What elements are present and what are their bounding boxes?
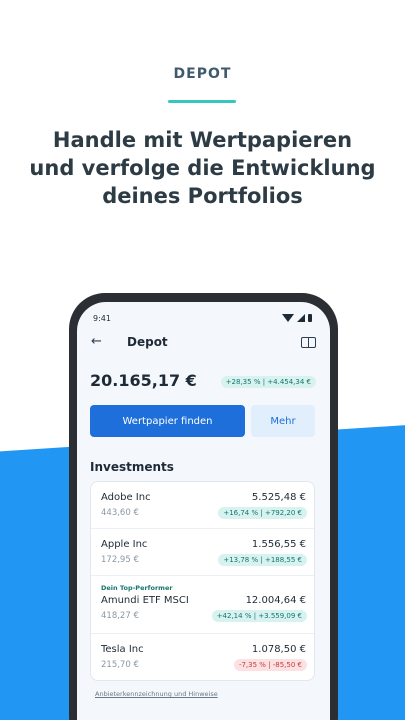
wifi-icon	[282, 314, 294, 322]
provider-info-link[interactable]: Anbieterkennzeichnung und Hinweise	[95, 690, 218, 698]
position-change-badge: +16,74 % | +792,20 €	[218, 507, 307, 519]
position-value: 1.078,50 €	[251, 644, 306, 655]
book-icon[interactable]	[301, 337, 316, 348]
status-time: 9:41	[93, 314, 111, 323]
app-bar: ← Depot	[91, 334, 316, 354]
position-change-badge: +13,78 % | +188,55 €	[218, 554, 307, 566]
section-tag: DEPOT	[173, 66, 232, 82]
position-change-badge: +42,14 % | +3.559,09 €	[211, 610, 307, 622]
list-item-adobe[interactable]: Adobe Inc 5.525,48 € 443,60 € +16,74 % |…	[91, 482, 314, 529]
list-item-apple[interactable]: Apple Inc 1.556,55 € 172,95 € +13,78 % |…	[91, 529, 314, 576]
security-price: 215,70 €	[101, 660, 139, 670]
security-name: Adobe Inc	[101, 492, 151, 503]
security-name: Apple Inc	[101, 539, 148, 550]
tag-underline	[168, 100, 236, 103]
list-item-amundi[interactable]: Dein Top-Performer Amundi ETF MSCI 12.00…	[91, 576, 314, 634]
portfolio-total: 20.165,17 €	[90, 371, 197, 390]
position-change-badge: -7,35 % | -85,50 €	[233, 659, 307, 671]
top-performer-label: Dein Top-Performer	[101, 584, 173, 592]
more-button[interactable]: Mehr	[251, 405, 315, 437]
security-name: Tesla Inc	[101, 644, 144, 655]
battery-icon	[308, 314, 312, 322]
security-price: 172,95 €	[101, 555, 139, 565]
list-item-tesla[interactable]: Tesla Inc 1.078,50 € 215,70 € -7,35 % | …	[91, 634, 314, 680]
position-value: 12.004,64 €	[245, 595, 306, 606]
headline-line-1: Handle mit Wertpapieren	[52, 128, 353, 152]
status-icons	[282, 314, 312, 322]
position-value: 1.556,55 €	[251, 539, 306, 550]
security-price: 418,27 €	[101, 611, 139, 621]
phone-screen: 9:41 ← Depot 20.165,17 € +28,35 % | +4.4…	[77, 302, 330, 720]
investments-heading: Investments	[90, 460, 174, 474]
headline-line-3: deines Portfolios	[102, 184, 303, 208]
headline-line-2: und verfolge die Entwicklung	[29, 156, 376, 180]
position-value: 5.525,48 €	[251, 492, 306, 503]
portfolio-change-badge: +28,35 % | +4.454,34 €	[220, 376, 316, 388]
status-bar: 9:41	[93, 314, 312, 328]
promo-headline: Handle mit Wertpapieren und verfolge die…	[20, 126, 385, 210]
security-price: 443,60 €	[101, 508, 139, 518]
investments-list: Adobe Inc 5.525,48 € 443,60 € +16,74 % |…	[90, 481, 315, 681]
page-title: Depot	[127, 335, 168, 349]
signal-icon	[297, 314, 305, 322]
security-name: Amundi ETF MSCI	[101, 595, 189, 606]
phone-frame: 9:41 ← Depot 20.165,17 € +28,35 % | +4.4…	[69, 293, 338, 720]
find-security-button[interactable]: Wertpapier finden	[90, 405, 245, 437]
back-arrow-icon[interactable]: ←	[91, 334, 102, 349]
